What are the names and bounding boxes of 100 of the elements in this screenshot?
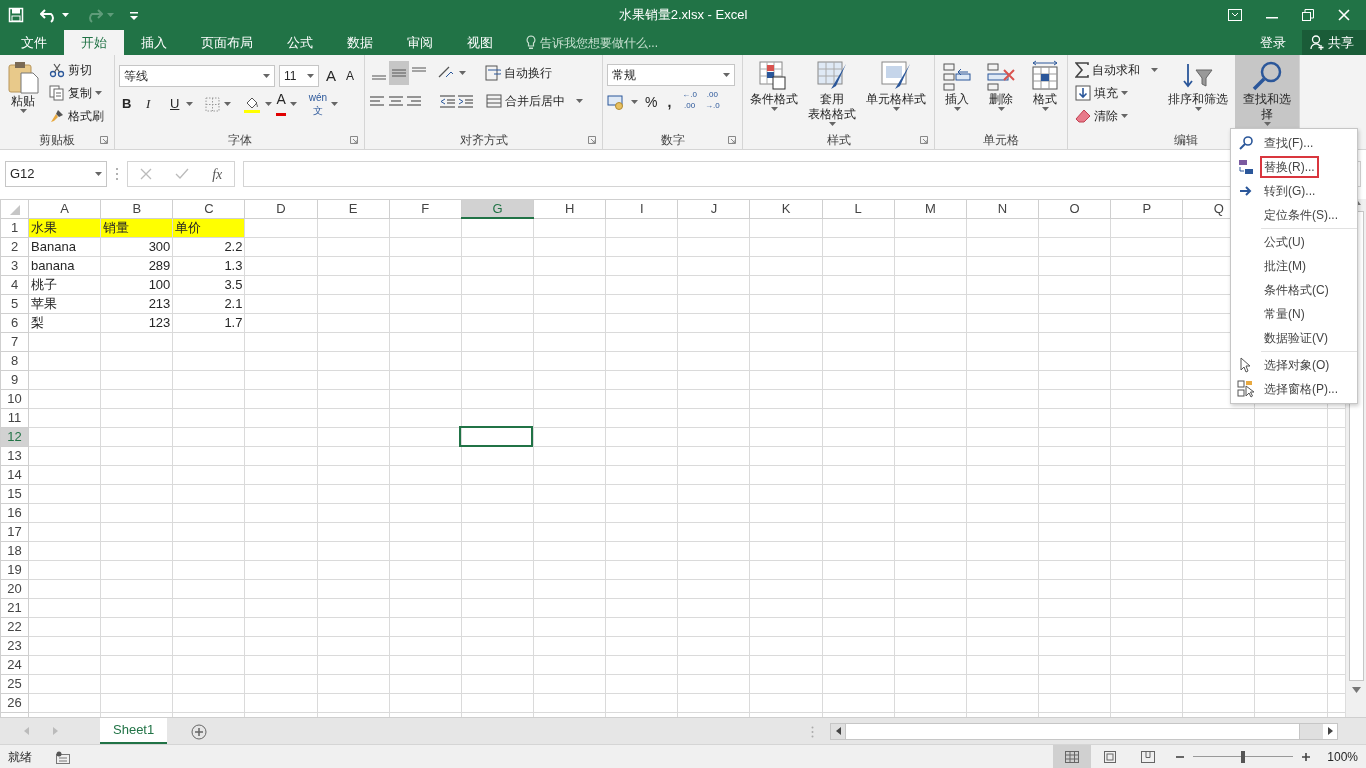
ribbon-tab[interactable]: 审阅: [390, 30, 450, 55]
close-icon[interactable]: [1338, 9, 1350, 21]
caret-icon[interactable]: [307, 74, 314, 78]
caret-icon[interactable]: [1194, 107, 1202, 111]
caret-icon[interactable]: [1121, 90, 1128, 95]
sort-filter-button[interactable]: 排序和筛选: [1165, 58, 1231, 130]
caret-icon[interactable]: [186, 102, 194, 106]
column-header[interactable]: G: [461, 199, 534, 218]
borders-icon[interactable]: [205, 96, 221, 112]
caret-icon[interactable]: [331, 102, 339, 106]
column-header[interactable]: N: [966, 199, 1039, 218]
ribbon-tab[interactable]: 开始: [64, 30, 124, 55]
menu-item-label[interactable]: 选择窗格(P)...: [1260, 378, 1342, 400]
share-button[interactable]: 共享: [1302, 30, 1366, 55]
save-icon[interactable]: [8, 7, 24, 23]
caret-icon[interactable]: [263, 74, 270, 78]
clear-button[interactable]: 清除: [1072, 104, 1161, 127]
menu-item-label[interactable]: 公式(U): [1260, 231, 1309, 253]
column-header[interactable]: J: [677, 199, 750, 218]
column-header[interactable]: I: [605, 199, 678, 218]
dialog-launcher-icon[interactable]: [728, 136, 736, 144]
caret-icon[interactable]: [459, 71, 466, 75]
menu-item-label[interactable]: 查找(F)...: [1260, 132, 1318, 154]
italic-button[interactable]: I: [143, 92, 163, 116]
insert-button[interactable]: 插入: [939, 58, 975, 130]
format-as-table-button[interactable]: 套用 表格格式: [805, 58, 859, 130]
caret-icon[interactable]: [265, 102, 273, 106]
dialog-launcher-icon[interactable]: [920, 136, 928, 144]
percent-button[interactable]: %: [642, 90, 661, 114]
sheet-tab[interactable]: Sheet1: [100, 718, 168, 744]
ribbon-display-icon[interactable]: [1228, 9, 1242, 21]
menu-item-label[interactable]: 条件格式(C): [1260, 279, 1333, 301]
customize-icon[interactable]: [130, 10, 138, 21]
caret-icon[interactable]: [95, 90, 102, 95]
number-format-field[interactable]: 常规: [607, 64, 735, 86]
cut-button[interactable]: 剪切: [46, 58, 107, 81]
grow-font-button[interactable]: A: [323, 64, 339, 88]
paste-button[interactable]: 粘贴: [4, 58, 42, 130]
decrease-indent-icon[interactable]: [439, 92, 457, 109]
ribbon-tab[interactable]: 文件: [4, 30, 64, 55]
sign-in-link[interactable]: 登录: [1244, 31, 1302, 54]
restore-icon[interactable]: [1302, 9, 1314, 21]
column-header[interactable]: H: [533, 199, 606, 218]
column-header[interactable]: D: [244, 199, 318, 218]
zoom-percent[interactable]: 100%: [1327, 747, 1358, 766]
copy-button[interactable]: 复制: [46, 81, 107, 104]
column-header[interactable]: P: [1110, 199, 1183, 218]
caret-icon[interactable]: [576, 99, 583, 104]
increase-decimal-button[interactable]: ←.0 .00: [682, 90, 697, 114]
zoom-in-icon[interactable]: [1301, 751, 1312, 762]
scroll-right-icon[interactable]: [1327, 727, 1333, 735]
underline-button[interactable]: U: [167, 92, 183, 116]
caret-icon[interactable]: [631, 100, 638, 104]
format-button[interactable]: 格式: [1027, 58, 1063, 130]
shrink-font-button[interactable]: A: [343, 64, 358, 88]
scroll-left-icon[interactable]: [835, 727, 841, 735]
caret-icon[interactable]: [770, 107, 778, 111]
dialog-launcher-icon[interactable]: [100, 136, 108, 144]
menu-item-label[interactable]: 数据验证(V): [1260, 327, 1332, 349]
add-sheet-icon[interactable]: [191, 723, 208, 740]
format-painter-button[interactable]: 格式刷: [46, 104, 107, 127]
column-header[interactable]: K: [749, 199, 823, 218]
caret-icon[interactable]: [723, 73, 730, 77]
normal-view-button[interactable]: [1053, 745, 1092, 768]
column-header[interactable]: B: [100, 199, 173, 218]
cell-styles-button[interactable]: 单元格样式: [863, 58, 929, 130]
column-header[interactable]: L: [822, 199, 895, 218]
caret-icon[interactable]: [95, 172, 102, 176]
column-header[interactable]: F: [389, 199, 462, 218]
comma-button[interactable]: ,: [664, 90, 675, 114]
ribbon-tab[interactable]: 页面布局: [184, 30, 270, 55]
column-header[interactable]: E: [317, 199, 390, 218]
bold-button[interactable]: B: [119, 92, 139, 116]
font-name-field[interactable]: 等线: [119, 65, 275, 87]
caret-icon[interactable]: [828, 122, 836, 126]
menu-item-label[interactable]: 替换(R)...: [1260, 156, 1319, 178]
font-color-button[interactable]: A: [276, 92, 286, 116]
menu-item-label[interactable]: 选择对象(O): [1260, 354, 1334, 376]
caret-icon[interactable]: [953, 107, 961, 111]
caret-icon[interactable]: [224, 102, 232, 106]
ribbon-tab[interactable]: 公式: [270, 30, 330, 55]
ribbon-tab[interactable]: 插入: [124, 30, 184, 55]
caret-icon[interactable]: [62, 13, 69, 17]
horizontal-scrollbar-thumb[interactable]: [845, 723, 1301, 739]
fill-color-icon[interactable]: [243, 95, 262, 113]
ribbon-tab[interactable]: 数据: [330, 30, 390, 55]
fill-button[interactable]: 填充: [1072, 81, 1161, 104]
menu-item-label[interactable]: 定位条件(S)...: [1260, 204, 1342, 226]
font-size-field[interactable]: 11: [279, 65, 319, 87]
menu-item-label[interactable]: 常量(N): [1260, 303, 1309, 325]
formula-field[interactable]: [243, 161, 1361, 187]
column-header[interactable]: O: [1038, 199, 1111, 218]
caret-icon[interactable]: [1041, 107, 1049, 111]
ribbon-tab[interactable]: 视图: [450, 30, 510, 55]
zoom-slider[interactable]: [1193, 749, 1294, 764]
delete-button[interactable]: 删除: [983, 58, 1019, 130]
wrap-text-button[interactable]: 自动换行: [482, 61, 555, 85]
macro-record-icon[interactable]: [56, 750, 70, 764]
caret-icon[interactable]: [1263, 122, 1271, 126]
caret-icon[interactable]: [997, 107, 1005, 111]
